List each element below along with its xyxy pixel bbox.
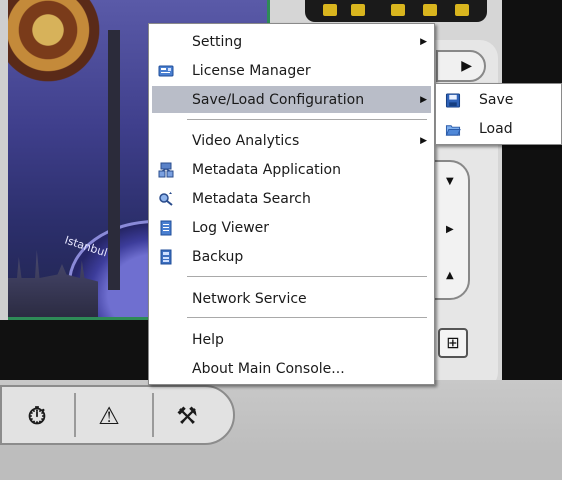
submenu-item-label: Load <box>479 121 513 137</box>
nav-up-icon[interactable]: ▼ <box>446 176 454 187</box>
menu-separator <box>187 276 427 277</box>
menu-item-metadata-application[interactable]: Metadata Application <box>152 156 431 183</box>
metadata-search-icon <box>159 192 173 206</box>
menu-separator <box>187 317 427 318</box>
schedule-button[interactable]: ⏱ <box>10 395 64 437</box>
submenu-item-save[interactable]: Save <box>439 87 559 114</box>
menu-item-about-main-console[interactable]: About Main Console... <box>152 355 431 382</box>
floppy-disk-icon <box>445 93 461 108</box>
toolbar-icon-2[interactable] <box>351 4 365 16</box>
menu-item-metadata-search[interactable]: Metadata Search <box>152 185 431 212</box>
menu-item-video-analytics[interactable]: Video Analytics ▶ <box>152 127 431 154</box>
menu-item-license-manager[interactable]: License Manager <box>152 57 431 84</box>
top-toolbar <box>305 0 487 22</box>
menu-item-label: Metadata Application <box>192 161 341 178</box>
menu-item-label: Backup <box>192 248 244 265</box>
video-tree <box>108 30 120 290</box>
backup-icon <box>160 249 172 265</box>
submenu-arrow-icon: ▶ <box>420 94 427 105</box>
menu-item-label: License Manager <box>192 62 311 79</box>
right-dark-edge <box>502 0 562 410</box>
nav-right-icon[interactable]: ▶ <box>446 224 454 235</box>
menu-item-label: About Main Console... <box>192 360 345 377</box>
play-button[interactable]: ▶ <box>436 50 486 82</box>
menu-item-save-load-configuration[interactable]: Save/Load Configuration ▶ <box>152 86 431 113</box>
zoom-button[interactable]: ⊞ <box>438 328 468 358</box>
menu-item-network-service[interactable]: Network Service <box>152 285 431 312</box>
toolbar-icon-1[interactable] <box>323 4 337 16</box>
submenu-item-load[interactable]: Load <box>439 116 559 143</box>
menu-item-label: Log Viewer <box>192 219 270 236</box>
toolbar-icon-5[interactable] <box>455 4 469 16</box>
menu-item-label: Video Analytics <box>192 132 300 149</box>
log-viewer-icon <box>160 220 172 236</box>
warning-icon: ⚠ <box>98 402 120 430</box>
menu-item-log-viewer[interactable]: Log Viewer <box>152 214 431 241</box>
save-load-submenu: Save Load <box>435 83 562 145</box>
video-ornament <box>8 0 108 90</box>
schedule-clock-icon: ⏱ <box>27 402 47 430</box>
menu-item-label: Setting <box>192 33 243 50</box>
menu-separator <box>187 119 427 120</box>
bottom-status-area <box>0 450 562 480</box>
submenu-item-label: Save <box>479 92 514 108</box>
submenu-arrow-icon: ▶ <box>420 36 427 47</box>
menu-item-label: Network Service <box>192 290 307 307</box>
nav-down-icon[interactable]: ▲ <box>446 270 454 281</box>
menu-item-backup[interactable]: Backup <box>152 243 431 270</box>
license-card-icon <box>158 65 174 77</box>
left-frame-edge <box>0 0 8 320</box>
menu-item-label: Metadata Search <box>192 190 311 207</box>
menu-item-help[interactable]: Help <box>152 326 431 353</box>
play-icon: ▶ <box>461 58 472 74</box>
menu-item-label: Save/Load Configuration <box>192 91 365 108</box>
ptz-nav-pad[interactable]: ▼ ▶ ▲ <box>430 160 470 300</box>
tools-button[interactable]: ⚒ <box>160 395 214 437</box>
button-divider <box>152 393 154 437</box>
metadata-application-icon <box>158 162 174 178</box>
open-folder-icon <box>445 125 461 136</box>
main-context-menu: Setting ▶ License Manager Save/Load Conf… <box>148 23 435 385</box>
menu-item-setting[interactable]: Setting ▶ <box>152 28 431 55</box>
menu-item-label: Help <box>192 331 224 348</box>
zoom-icon: ⊞ <box>446 333 460 352</box>
button-divider <box>74 393 76 437</box>
submenu-arrow-icon: ▶ <box>420 135 427 146</box>
alarm-button[interactable]: ⚠ <box>82 395 136 437</box>
bottom-button-bar: ⏱ ⚠ ⚒ <box>0 385 235 445</box>
tools-hammer-icon: ⚒ <box>176 402 198 430</box>
toolbar-icon-4[interactable] <box>423 4 437 16</box>
toolbar-icon-3[interactable] <box>391 4 405 16</box>
